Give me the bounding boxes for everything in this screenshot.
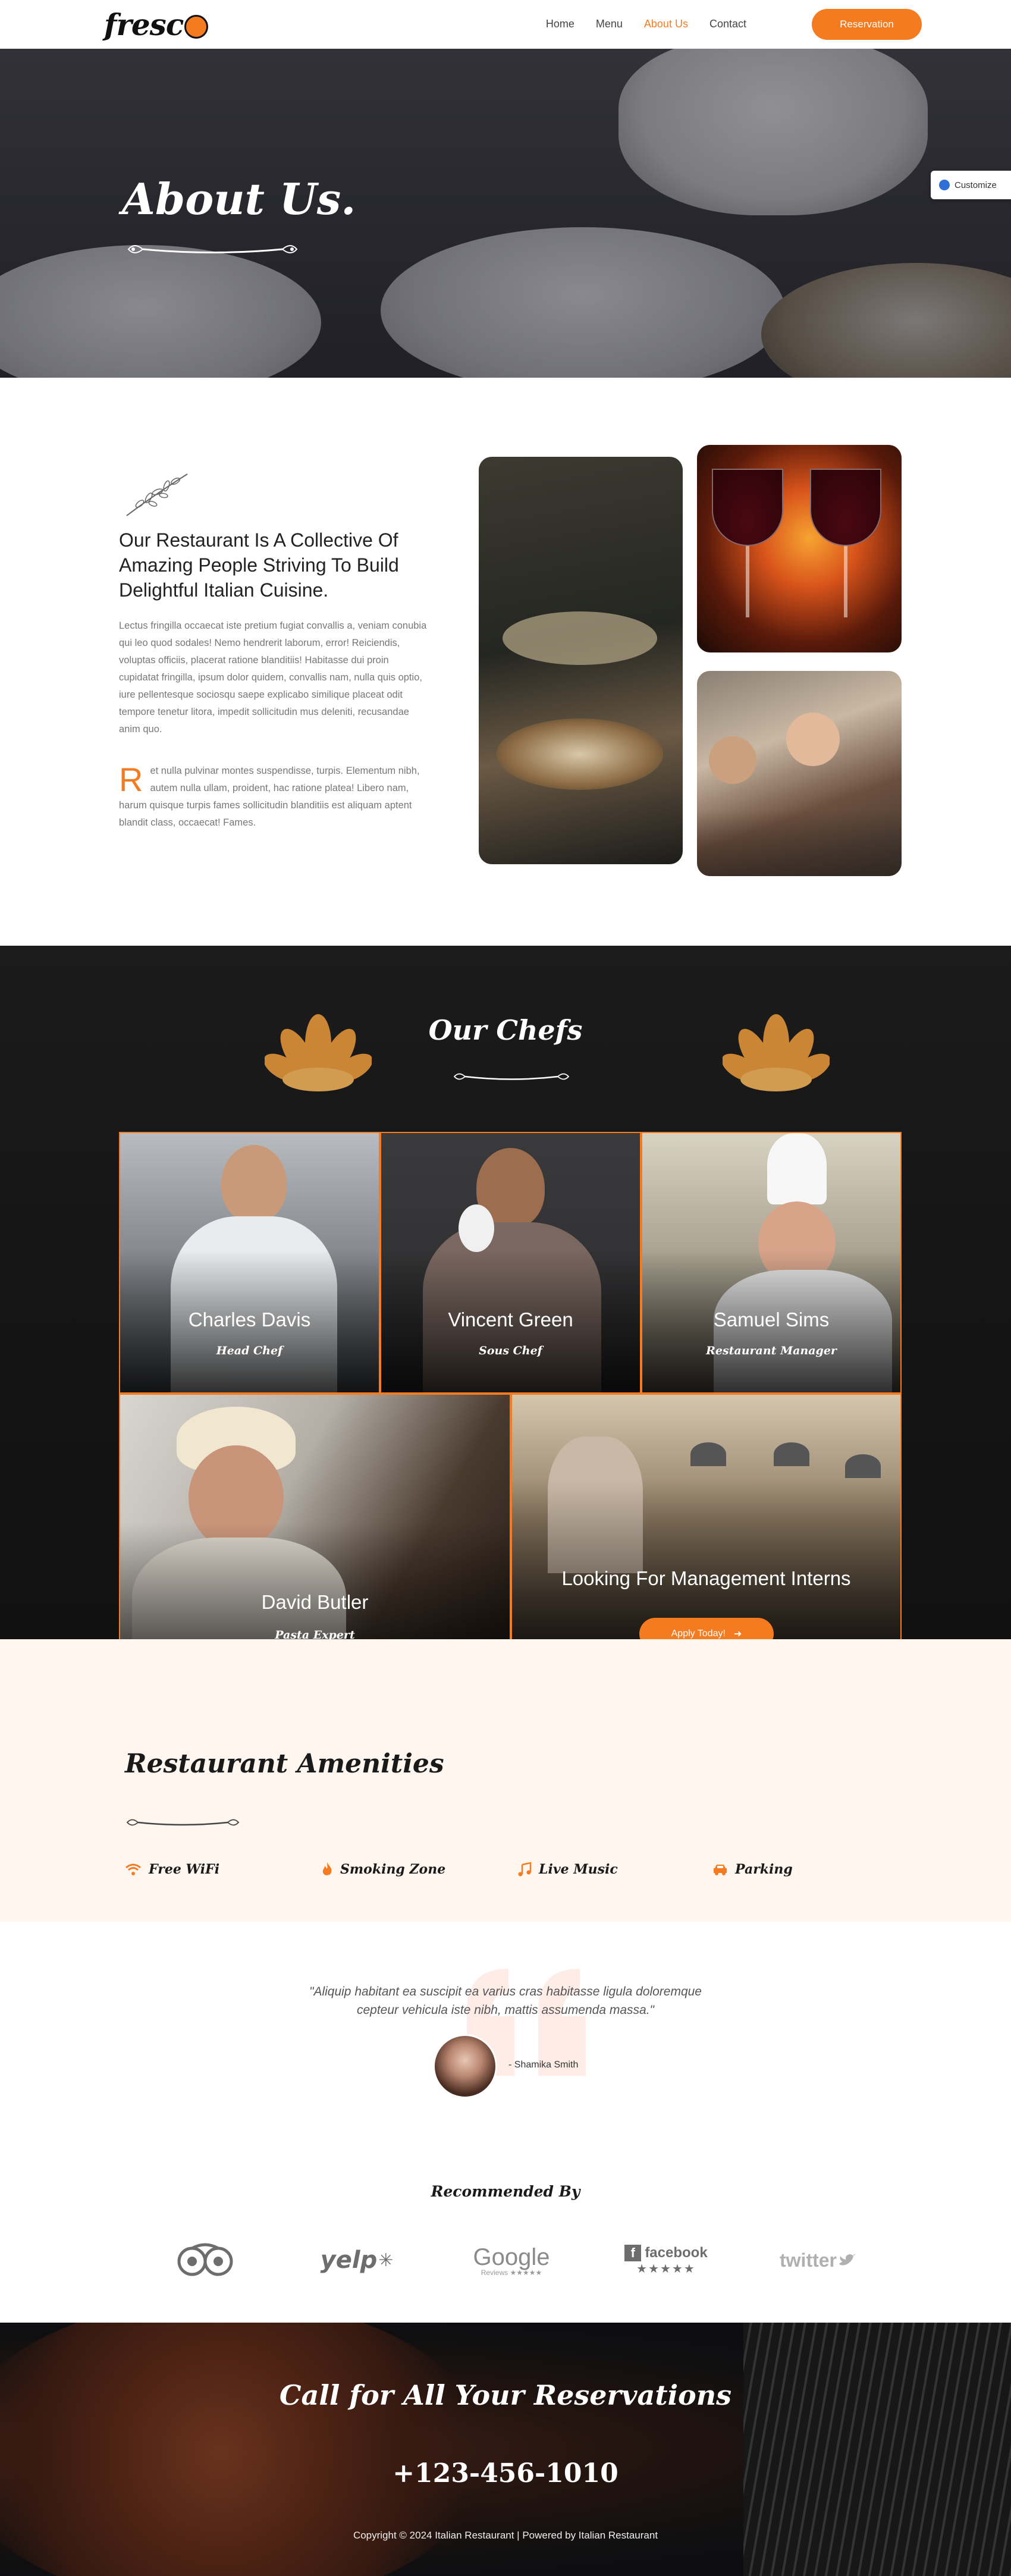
site-footer: Call for All Your Reservations +123-456-… xyxy=(0,2323,1011,2576)
google-reviews-logo[interactable]: Google Reviews ★★★★★ xyxy=(464,2239,559,2281)
chef-card[interactable]: Charles Davis Head Chef xyxy=(119,1132,380,1394)
testimonial-line: "Aliquip habitant ea suscipit ea varius … xyxy=(309,1985,702,1998)
twitter-bird-icon xyxy=(839,2254,856,2266)
chef-name: Vincent Green xyxy=(448,1309,573,1331)
pizza-icon xyxy=(184,14,209,39)
facebook-f-icon: f xyxy=(624,2244,642,2261)
about-paragraph-dropcap: R et nulla pulvinar montes suspendisse, … xyxy=(119,763,428,832)
phone-number[interactable]: +123-456-1010 xyxy=(0,2458,1011,2489)
testimonial-line: cepteur vehicula iste nibh, mattis assum… xyxy=(356,2003,655,2017)
footer-heading: Call for All Your Reservations xyxy=(279,2379,732,2411)
tripadvisor-owl-icon xyxy=(177,2243,233,2276)
chef-role: Head Chef xyxy=(216,1344,283,1357)
music-icon xyxy=(518,1862,532,1877)
dropcap-letter: R xyxy=(119,761,143,798)
arrow-right-icon: ➜ xyxy=(733,1629,742,1639)
yelp-text: yelp xyxy=(320,2246,378,2274)
chef-name: David Butler xyxy=(261,1591,369,1613)
wifi-icon xyxy=(125,1863,141,1875)
recommended-heading: Recommended By xyxy=(431,2183,580,2200)
amenity-label: Free WiFi xyxy=(149,1862,220,1877)
chef-photo xyxy=(221,1145,287,1222)
amenity-parking: Parking xyxy=(712,1862,793,1877)
testimonial-quote: "Aliquip habitant ea suscipit ea varius … xyxy=(0,1982,1011,2019)
about-paragraph-text: et nulla pulvinar montes suspendisse, tu… xyxy=(119,765,420,828)
chef-role: Sous Chef xyxy=(479,1344,542,1357)
google-text: Google xyxy=(473,2244,550,2270)
apply-label: Apply Today! xyxy=(671,1629,726,1639)
customize-label: Customize xyxy=(955,180,997,190)
facebook-text: facebook xyxy=(645,2244,708,2261)
chefs-heading: Our Chefs xyxy=(428,1014,583,1046)
ornament-divider-icon xyxy=(126,1819,240,1826)
ornament-divider-icon xyxy=(127,245,298,253)
hero-banner: About Us. Customize xyxy=(0,49,1011,378)
palette-icon xyxy=(939,180,950,190)
avatar xyxy=(433,2034,497,2098)
chef-card[interactable]: Samuel Sims Restaurant Manager xyxy=(641,1132,902,1394)
fire-icon xyxy=(322,1862,332,1875)
amenity-label: Smoking Zone xyxy=(340,1862,446,1877)
interns-heading: Looking For Management Interns xyxy=(561,1567,851,1589)
amenities-section xyxy=(0,1639,1011,1922)
about-heading: Our Restaurant Is A Collective Of Amazin… xyxy=(119,529,399,601)
yelp-logo[interactable]: yelp ✳ xyxy=(315,2239,398,2281)
amenity-live-music: Live Music xyxy=(517,1862,618,1877)
reservation-button[interactable]: Reservation xyxy=(812,9,922,40)
yelp-burst-icon: ✳ xyxy=(378,2249,394,2271)
page-title: About Us. xyxy=(122,174,356,224)
site-header: fresc Home Menu About Us Contact Reserva… xyxy=(0,0,1011,49)
amenity-label: Parking xyxy=(735,1862,793,1877)
page: fresc Home Menu About Us Contact Reserva… xyxy=(0,0,1011,2576)
main-nav: Home Menu About Us Contact xyxy=(546,18,746,30)
amenity-label: Live Music xyxy=(539,1862,618,1877)
nav-item-menu[interactable]: Menu xyxy=(596,18,623,30)
nav-item-contact[interactable]: Contact xyxy=(709,18,746,30)
diners-image xyxy=(697,671,902,876)
facebook-logo[interactable]: f facebook ★★★★★ xyxy=(621,2239,711,2281)
chef-name: Charles Davis xyxy=(188,1309,311,1331)
herb-sprig-icon xyxy=(126,473,188,516)
testimonial-author: - Shamika Smith xyxy=(508,2060,579,2070)
chef-card[interactable]: David Butler Pasta Expert xyxy=(119,1394,511,1680)
nav-item-about-us[interactable]: About Us xyxy=(644,18,688,30)
twitter-text: twitter xyxy=(780,2249,837,2271)
logo-text: fresc xyxy=(104,7,184,42)
ornament-divider-icon xyxy=(453,1073,570,1080)
chef-name: Samuel Sims xyxy=(713,1309,830,1331)
amenity-free-wifi: Free WiFi xyxy=(125,1862,219,1877)
customize-button[interactable]: Customize xyxy=(931,171,1011,199)
chef-card[interactable]: Vincent Green Sous Chef xyxy=(380,1132,641,1394)
facebook-stars: ★★★★★ xyxy=(636,2262,696,2276)
nav-item-home[interactable]: Home xyxy=(546,18,574,30)
chef-plating-image xyxy=(479,457,683,864)
wine-glasses-image xyxy=(697,445,902,652)
about-paragraph: Lectus fringilla occaecat iste pretium f… xyxy=(119,620,427,735)
chef-role: Restaurant Manager xyxy=(706,1344,837,1357)
car-icon xyxy=(714,1865,727,1875)
site-logo[interactable]: fresc xyxy=(104,7,209,42)
twitter-logo[interactable]: twitter xyxy=(767,2239,868,2281)
amenities-heading: Restaurant Amenities xyxy=(125,1749,444,1779)
amenity-smoking-zone: Smoking Zone xyxy=(321,1862,445,1877)
tripadvisor-logo[interactable] xyxy=(169,2239,241,2281)
google-reviews-sub: Reviews ★★★★★ xyxy=(481,2268,542,2277)
copyright-text: Copyright © 2024 Italian Restaurant | Po… xyxy=(353,2530,658,2541)
